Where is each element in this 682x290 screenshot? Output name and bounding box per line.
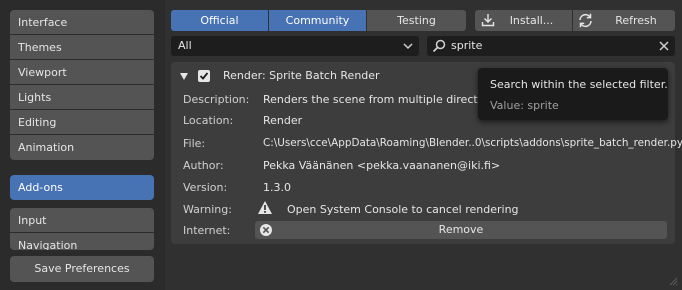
chevron-down-icon [403,43,413,50]
search-icon [432,39,446,53]
sidebar-item-input[interactable]: Input [10,208,154,233]
file-label: File: [183,137,206,150]
sidebar-item-viewport[interactable]: Viewport [10,60,154,85]
warning-text: Open System Console to cancel rendering [287,203,519,216]
search-tooltip: Search within the selected filter. Value… [478,68,668,120]
author-label: Author: [183,159,224,172]
tab-official[interactable]: Official [171,10,268,31]
install-label: Install... [509,14,554,27]
tooltip-title: Search within the selected filter. [490,78,668,91]
checkmark-icon [199,72,209,80]
clear-search-icon[interactable] [659,41,669,51]
refresh-icon [579,13,592,28]
warning-icon [258,201,272,214]
sidebar-item-lights[interactable]: Lights [10,85,154,110]
tab-testing[interactable]: Testing [367,10,466,31]
version-value: 1.3.0 [263,181,291,194]
description-value: Renders the scene from multiple directio… [263,93,504,106]
save-preferences-button[interactable]: Save Preferences [10,256,154,282]
sidebar-group-input: Input Navigation [10,208,154,250]
sidebar-item-themes[interactable]: Themes [10,35,154,60]
refresh-label: Refresh [615,14,657,27]
addon-enable-checkbox[interactable] [198,70,210,82]
refresh-button[interactable]: Refresh [573,10,675,31]
sidebar: Interface Themes Viewport Lights Editing… [0,0,165,290]
search-value: sprite [451,39,483,52]
sidebar-item-navigation[interactable]: Navigation [10,233,154,250]
internet-label: Internet: [183,224,231,237]
resize-grip-icon[interactable] [668,276,678,286]
location-value: Render [263,114,303,127]
tooltip-value: Value: sprite [490,99,559,112]
search-input[interactable]: sprite [427,36,675,56]
remove-x-icon [260,224,272,236]
sidebar-item-interface[interactable]: Interface [10,10,154,35]
description-label: Description: [183,93,250,106]
sidebar-group-main: Interface Themes Viewport Lights Editing… [10,10,154,160]
sidebar-item-animation[interactable]: Animation [10,135,154,160]
addon-title: Render: Sprite Batch Render [223,69,380,82]
remove-label: Remove [438,223,484,236]
tab-community[interactable]: Community [269,10,366,31]
author-value: Pekka Väänänen <pekka.vaananen@iki.fi> [263,159,501,172]
preferences-window: Interface Themes Viewport Lights Editing… [0,0,682,290]
remove-button[interactable]: Remove [255,221,667,239]
location-label: Location: [183,114,234,127]
import-icon [481,14,495,27]
file-path-value: C:\Users\cce\AppData\Roaming\Blender..0\… [263,137,682,149]
addons-main-area: Official Community Testing Install... Re… [165,0,682,290]
category-dropdown[interactable]: All [171,36,419,56]
sidebar-item-editing[interactable]: Editing [10,110,154,135]
warning-label: Warning: [183,203,232,216]
category-value: All [178,39,192,52]
install-button[interactable]: Install... [475,10,572,31]
version-label: Version: [183,181,228,194]
sidebar-item-add-ons[interactable]: Add-ons [10,175,154,200]
expand-triangle-icon[interactable] [180,73,188,80]
